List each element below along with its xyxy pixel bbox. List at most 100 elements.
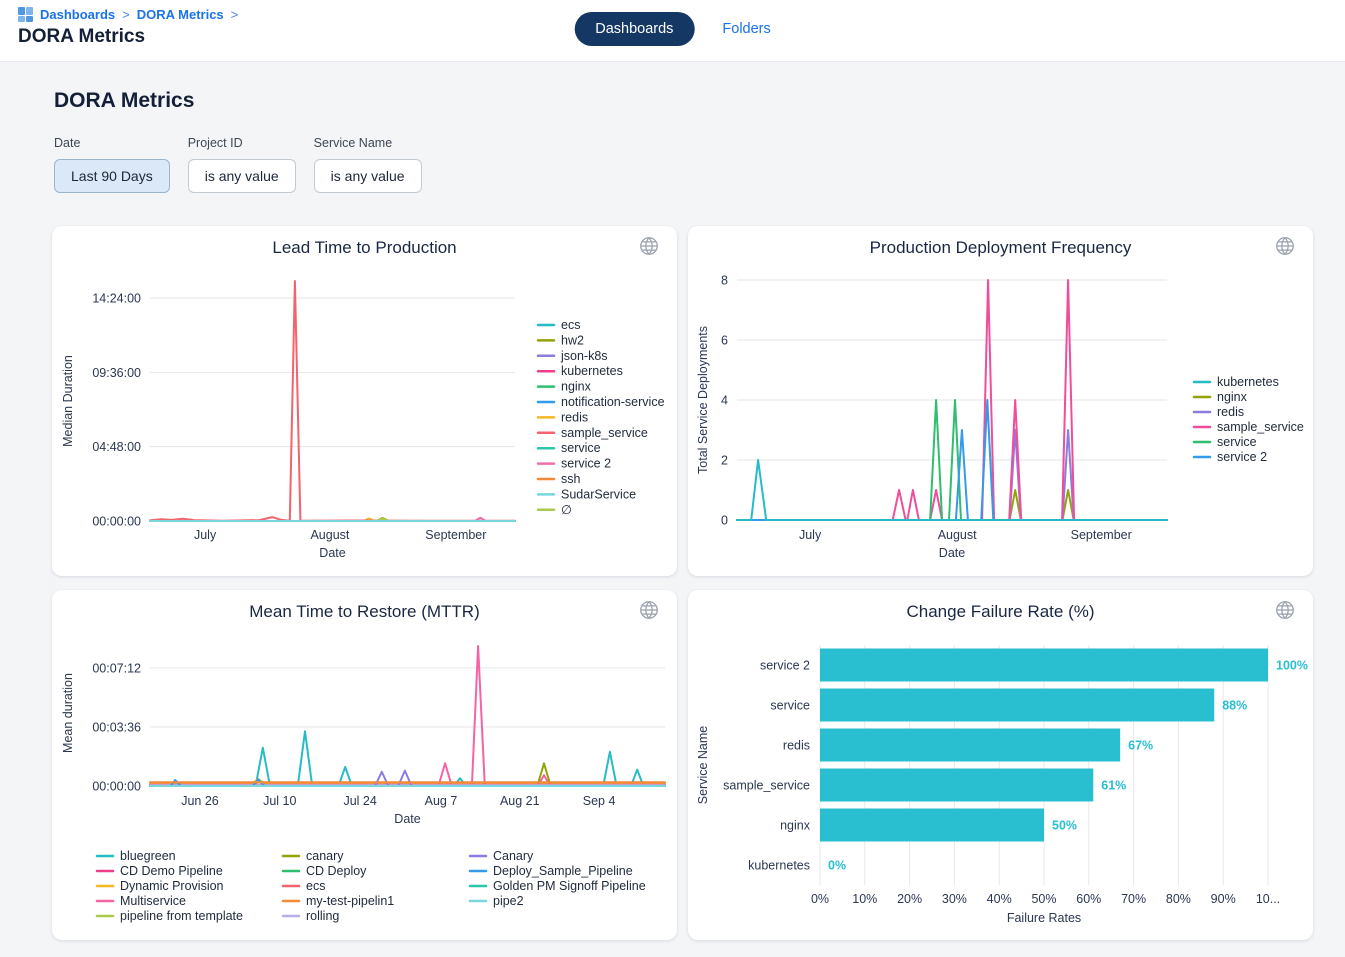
tab-folders[interactable]: Folders	[722, 21, 770, 37]
legend-item[interactable]: redis	[1194, 405, 1244, 419]
svg-text:notification-service: notification-service	[561, 395, 665, 409]
bar-sample_service[interactable]	[820, 769, 1093, 802]
svg-text:service 2: service 2	[1217, 450, 1267, 464]
breadcrumb: Dashboards > DORA Metrics >	[18, 7, 238, 22]
legend-item[interactable]: SudarService	[538, 487, 636, 501]
svg-text:Date: Date	[939, 546, 965, 560]
dashboard-content: DORA Metrics Date Last 90 Days Project I…	[0, 62, 1345, 957]
breadcrumb-dashboards[interactable]: Dashboards	[40, 7, 115, 22]
bar-redis[interactable]	[820, 729, 1120, 762]
card-lead-time: Lead Time to Production 00:00:0004:48:00…	[52, 226, 677, 576]
svg-text:60%: 60%	[1076, 892, 1101, 906]
legend-item[interactable]: Multiservice	[97, 894, 186, 908]
globe-icon[interactable]	[638, 235, 660, 257]
legend-item[interactable]: Canary	[470, 849, 534, 863]
legend-item[interactable]: ecs	[538, 318, 580, 332]
svg-text:Multiservice: Multiservice	[120, 894, 186, 908]
legend-item[interactable]: canary	[283, 849, 344, 863]
svg-text:Golden PM Signoff Pipeline: Golden PM Signoff Pipeline	[493, 879, 646, 893]
svg-text:redis: redis	[1217, 405, 1244, 419]
change-failure-rate-chart: 0%10%20%30%40%50%60%70%80%90%10...servic…	[688, 590, 1313, 940]
card-mttr: Mean Time to Restore (MTTR) 00:00:0000:0…	[52, 590, 677, 940]
svg-text:hw2: hw2	[561, 333, 584, 347]
legend-item[interactable]: rolling	[283, 909, 339, 923]
legend-item[interactable]: sample_service	[1194, 420, 1304, 434]
filter-label: Project ID	[188, 136, 296, 150]
bar-service[interactable]	[820, 689, 1214, 722]
globe-icon[interactable]	[638, 599, 660, 621]
chart-title: Lead Time to Production	[52, 238, 677, 258]
legend-item[interactable]: Dynamic Provision	[97, 879, 224, 893]
bar-service 2[interactable]	[820, 649, 1268, 682]
svg-text:09:36:00: 09:36:00	[92, 366, 141, 380]
svg-text:service: service	[561, 441, 601, 455]
svg-text:Jun 26: Jun 26	[181, 794, 219, 808]
globe-icon[interactable]	[1274, 599, 1296, 621]
globe-icon[interactable]	[1274, 235, 1296, 257]
svg-text:Total Service Deployments: Total Service Deployments	[696, 326, 710, 474]
legend-item[interactable]: sample_service	[538, 426, 648, 440]
legend-item[interactable]: bluegreen	[97, 849, 176, 863]
legend-item[interactable]: ssh	[538, 472, 581, 486]
filter-project-id-value[interactable]: is any value	[188, 159, 296, 193]
legend-item[interactable]: CD Demo Pipeline	[97, 864, 223, 878]
svg-text:61%: 61%	[1101, 779, 1126, 793]
svg-text:service 2: service 2	[760, 659, 810, 673]
svg-text:service 2: service 2	[561, 457, 611, 471]
legend-item[interactable]: Golden PM Signoff Pipeline	[470, 879, 646, 893]
svg-text:90%: 90%	[1211, 892, 1236, 906]
legend-item[interactable]: CD Deploy	[283, 864, 367, 878]
svg-text:04:48:00: 04:48:00	[92, 440, 141, 454]
svg-text:2: 2	[721, 454, 728, 468]
svg-text:Jul 10: Jul 10	[263, 794, 296, 808]
filter-service-name: Service Name is any value	[314, 136, 422, 193]
svg-text:Aug 7: Aug 7	[425, 794, 458, 808]
svg-text:redis: redis	[783, 739, 810, 753]
legend-item[interactable]: kubernetes	[1194, 375, 1279, 389]
legend-item[interactable]: redis	[538, 410, 588, 424]
svg-text:4: 4	[721, 394, 728, 408]
tab-dashboards[interactable]: Dashboards	[574, 12, 694, 46]
svg-text:rolling: rolling	[306, 909, 339, 923]
legend-item[interactable]: service	[538, 441, 601, 455]
legend-item[interactable]: json-k8s	[538, 349, 608, 363]
legend-item[interactable]: pipeline from template	[97, 909, 243, 923]
bar-nginx[interactable]	[820, 809, 1044, 842]
svg-text:service: service	[1217, 435, 1257, 449]
lead-time-chart: 00:00:0004:48:0009:36:0014:24:00JulyAugu…	[52, 226, 677, 576]
svg-text:70%: 70%	[1121, 892, 1146, 906]
svg-text:50%: 50%	[1052, 819, 1077, 833]
chart-title: Change Failure Rate (%)	[688, 602, 1313, 622]
svg-text:14:24:00: 14:24:00	[92, 292, 141, 306]
legend-item[interactable]: pipe2	[470, 894, 524, 908]
filter-date-value[interactable]: Last 90 Days	[54, 159, 170, 193]
card-deploy-freq: Production Deployment Frequency 02468Jul…	[688, 226, 1313, 576]
card-change-failure-rate: Change Failure Rate (%) 0%10%20%30%40%50…	[688, 590, 1313, 940]
svg-text:CD Deploy: CD Deploy	[306, 864, 367, 878]
legend-item[interactable]: nginx	[538, 380, 592, 394]
top-nav: Dashboards Folders	[574, 12, 771, 46]
breadcrumb-dora-metrics[interactable]: DORA Metrics	[137, 7, 224, 22]
dashboard-title: DORA Metrics	[54, 89, 194, 113]
legend-item[interactable]: my-test-pipelin1	[283, 894, 394, 908]
svg-text:canary: canary	[306, 849, 344, 863]
filter-bar: Date Last 90 Days Project ID is any valu…	[54, 136, 422, 193]
legend-item[interactable]: nginx	[1194, 390, 1248, 404]
svg-text:September: September	[1071, 528, 1132, 542]
legend-item[interactable]: service 2	[538, 457, 611, 471]
svg-text:Date: Date	[394, 812, 420, 826]
legend-item[interactable]: ecs	[283, 879, 325, 893]
legend-item[interactable]: service	[1194, 435, 1257, 449]
legend-item[interactable]: Deploy_Sample_Pipeline	[470, 864, 633, 878]
legend-item[interactable]: hw2	[538, 333, 584, 347]
svg-text:CD Demo Pipeline: CD Demo Pipeline	[120, 864, 223, 878]
legend-item[interactable]: kubernetes	[538, 364, 623, 378]
legend-item[interactable]: notification-service	[538, 395, 665, 409]
svg-text:August: August	[310, 528, 349, 542]
svg-text:json-k8s: json-k8s	[560, 349, 608, 363]
legend-item[interactable]: ∅	[538, 503, 572, 517]
filter-service-name-value[interactable]: is any value	[314, 159, 422, 193]
svg-text:0%: 0%	[811, 892, 829, 906]
legend-item[interactable]: service 2	[1194, 450, 1267, 464]
svg-text:July: July	[194, 528, 217, 542]
